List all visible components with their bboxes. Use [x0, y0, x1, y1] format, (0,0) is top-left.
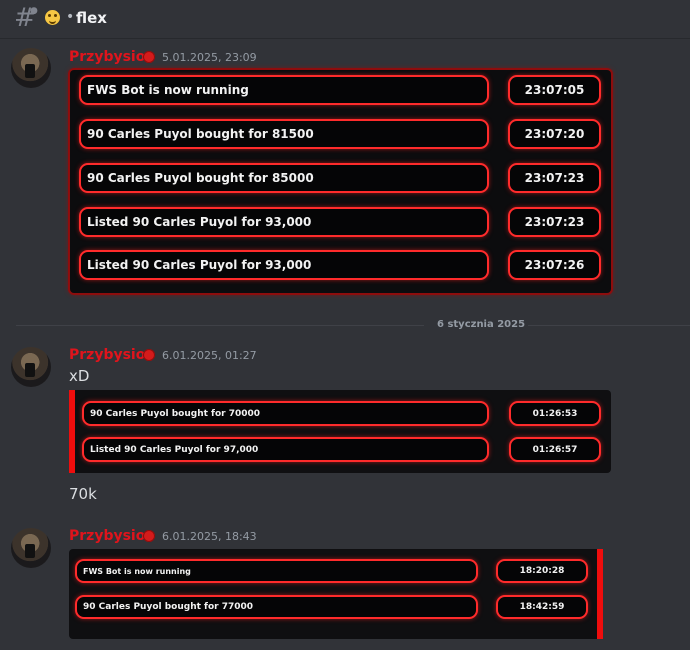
- embed-row-time: 01:26:53: [509, 401, 601, 426]
- separator: •: [66, 9, 75, 25]
- role-badge-icon: [143, 530, 155, 542]
- channel-header: # ● • flex: [0, 0, 690, 39]
- embed-row-time: 23:07:26: [508, 250, 601, 280]
- grinning-face-emoji-icon: [45, 10, 60, 25]
- embed-row-text: Listed 90 Carles Puyol for 93,000: [79, 250, 489, 280]
- username[interactable]: Przybysio: [69, 49, 145, 65]
- embed-row-text: FWS Bot is now running: [79, 75, 489, 105]
- embed-row-text: 90 Carles Puyol bought for 77000: [75, 595, 478, 619]
- role-badge-icon: [143, 349, 155, 361]
- embed-row-text: Listed 90 Carles Puyol for 93,000: [79, 207, 489, 237]
- embed-row-text: Listed 90 Carles Puyol for 97,000: [82, 437, 489, 462]
- username[interactable]: Przybysio: [69, 347, 145, 363]
- embed-row-time: 23:07:05: [508, 75, 601, 105]
- embed-row-text: 90 Carles Puyol bought for 85000: [79, 163, 489, 193]
- divider-line-right: [528, 325, 690, 326]
- bot-embed: 90 Carles Puyol bought for 70000 01:26:5…: [69, 390, 611, 473]
- avatar[interactable]: [11, 528, 51, 568]
- timestamp: 6.01.2025, 18:43: [162, 530, 257, 543]
- bot-embed: FWS Bot is now running 23:07:05 90 Carle…: [70, 70, 611, 293]
- embed-row-time: 23:07:20: [508, 119, 601, 149]
- message-text: 70k: [69, 485, 97, 503]
- embed-row-time: 23:07:23: [508, 163, 601, 193]
- thread-dot-icon: ●: [30, 6, 38, 16]
- embed-accent-bar: [69, 390, 75, 473]
- bot-embed: FWS Bot is now running 18:20:28 90 Carle…: [69, 549, 603, 639]
- avatar[interactable]: [11, 48, 51, 88]
- embed-row-time: 01:26:57: [509, 437, 601, 462]
- embed-row-time: 18:42:59: [496, 595, 588, 619]
- embed-row-time: 23:07:23: [508, 207, 601, 237]
- channel-name[interactable]: flex: [76, 9, 107, 27]
- embed-accent-bar: [597, 549, 603, 639]
- embed-row-text: 90 Carles Puyol bought for 70000: [82, 401, 489, 426]
- role-badge-icon: [143, 51, 155, 63]
- divider-line-left: [16, 325, 424, 326]
- embed-row-text: 90 Carles Puyol bought for 81500: [79, 119, 489, 149]
- timestamp: 5.01.2025, 23:09: [162, 51, 257, 64]
- timestamp: 6.01.2025, 01:27: [162, 349, 257, 362]
- date-divider: 6 stycznia 2025: [437, 319, 526, 330]
- message-text: xD: [69, 367, 90, 385]
- embed-row-text: FWS Bot is now running: [75, 559, 478, 583]
- avatar[interactable]: [11, 347, 51, 387]
- embed-row-time: 18:20:28: [496, 559, 588, 583]
- username[interactable]: Przybysio: [69, 528, 145, 544]
